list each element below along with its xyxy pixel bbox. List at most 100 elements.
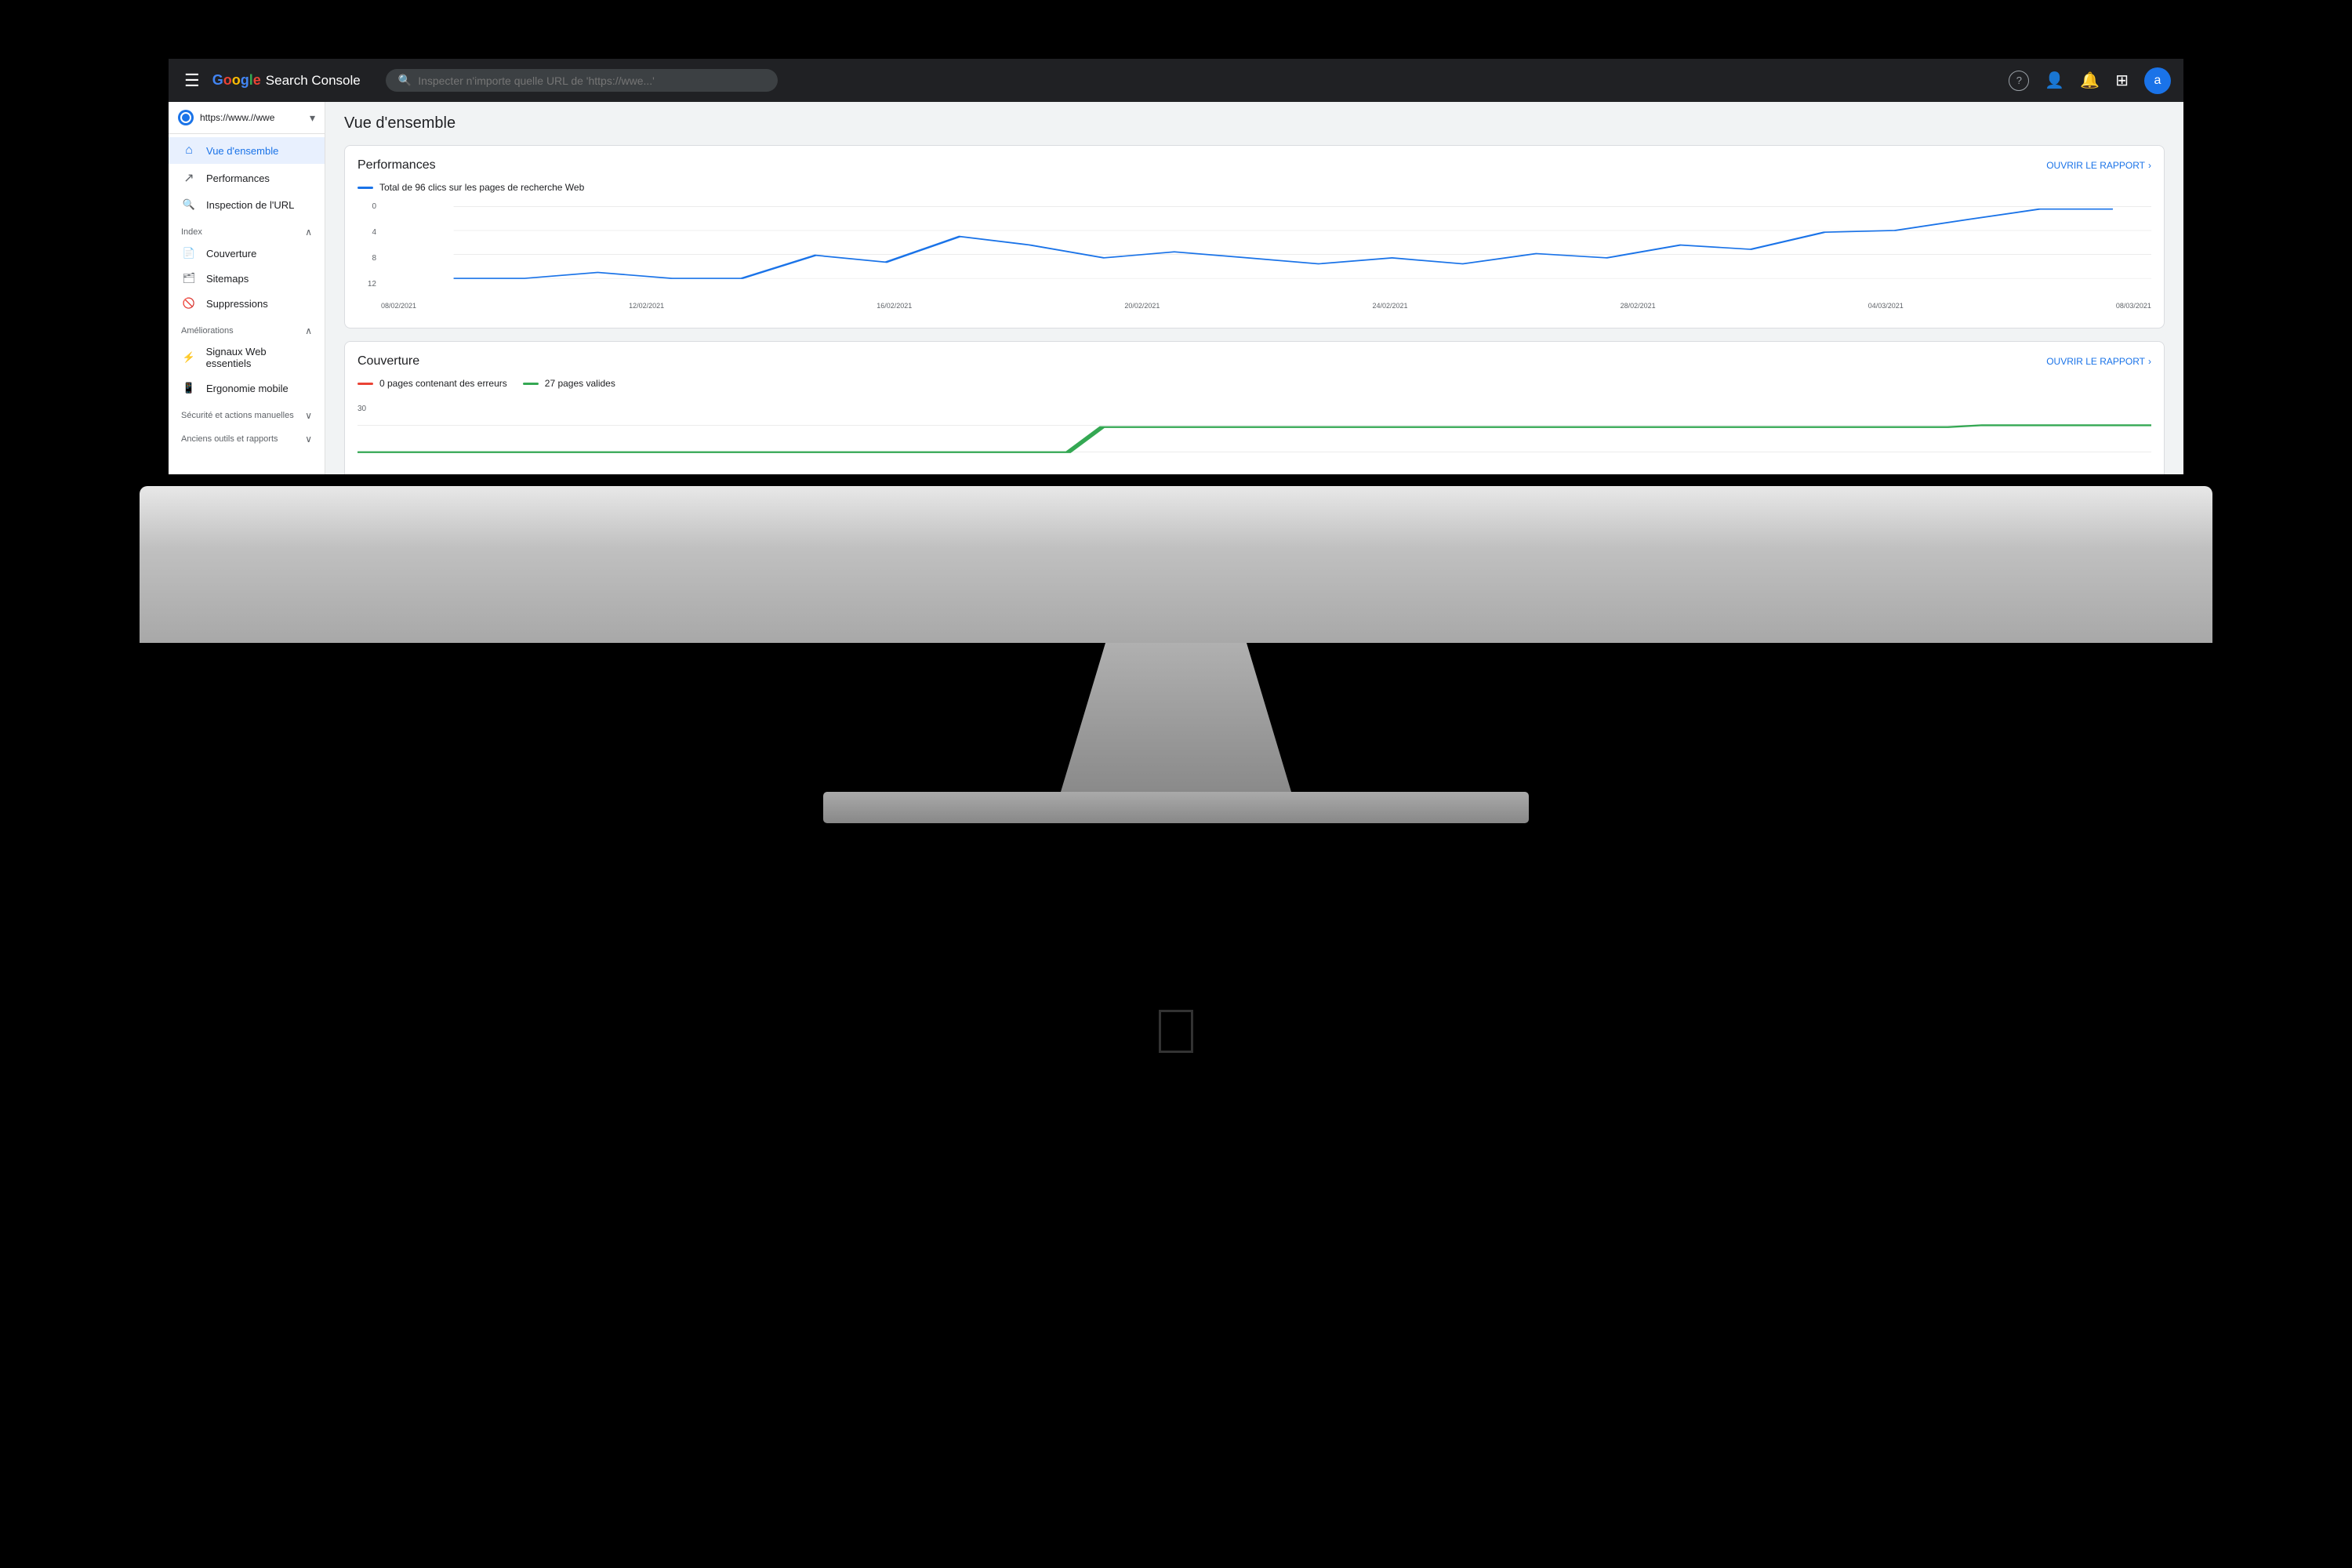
bell-icon[interactable]: 🔔 [2080, 71, 2100, 90]
signaux-web-icon: ⚡ [181, 351, 197, 364]
help-icon[interactable]: ? [2009, 71, 2029, 91]
home-icon: ⌂ [181, 143, 197, 158]
couverture-chart-svg [358, 416, 2151, 474]
sidebar-section-anciens-outils[interactable]: Anciens outils et rapports ∨ [169, 427, 325, 448]
sidebar-item-inspection-label: Inspection de l'URL [206, 199, 294, 211]
sidebar-item-signaux-web[interactable]: ⚡ Signaux Web essentiels [169, 339, 325, 376]
y-label-8: 8 [358, 254, 376, 263]
property-icon [178, 110, 194, 125]
sitemaps-icon: 🗂 [181, 272, 197, 285]
sidebar-item-inspection-url[interactable]: 🔍 Inspection de l'URL [169, 192, 325, 217]
apple-logo-icon:  [1152, 996, 1200, 1068]
sidebar-item-performances[interactable]: ↗ Performances [169, 164, 325, 192]
x-label-5: 24/02/2021 [1373, 302, 1408, 310]
suppressions-icon: 🚫 [181, 297, 197, 310]
avatar[interactable]: a [2144, 67, 2171, 94]
chevron-right-icon: › [2148, 160, 2151, 171]
couverture-legend-errors: 0 pages contenant des erreurs [358, 378, 507, 389]
performances-legend-text: Total de 96 clics sur les pages de reche… [379, 182, 584, 193]
sidebar-item-suppressions-label: Suppressions [206, 298, 268, 310]
performances-x-labels: 08/02/2021 12/02/2021 16/02/2021 20/02/2… [358, 302, 2151, 310]
performances-open-report-button[interactable]: OUVRIR LE RAPPORT › [2046, 160, 2151, 171]
sidebar-nav: ⌂ Vue d'ensemble ↗ Performances 🔍 Inspec… [169, 134, 325, 451]
couverture-legend-valid: 27 pages valides [523, 378, 615, 389]
sidebar-section-securite-chevron: ∨ [305, 410, 312, 421]
sidebar-item-sitemaps-label: Sitemaps [206, 273, 249, 285]
couverture-card-header: Couverture OUVRIR LE RAPPORT › [358, 354, 2151, 368]
couverture-card: Couverture OUVRIR LE RAPPORT › 0 pages c… [344, 341, 2165, 474]
sidebar: https://www.//wwe ▾ ⌂ Vue d'ensemble ↗ P… [169, 102, 325, 474]
sidebar-item-couverture[interactable]: 📄 Couverture [169, 241, 325, 266]
sidebar-item-vue-ensemble-label: Vue d'ensemble [206, 145, 278, 157]
monitor-body:  [140, 486, 2212, 643]
legend-blue-line [358, 187, 373, 189]
performances-y-labels: 12 8 4 0 [358, 202, 376, 289]
couverture-chart: 30 [358, 405, 2151, 467]
sidebar-item-couverture-label: Couverture [206, 248, 256, 260]
sidebar-section-index[interactable]: Index ∧ [169, 220, 325, 241]
sidebar-item-performances-label: Performances [206, 172, 270, 184]
content-area: Vue d'ensemble Performances OUVRIR LE RA… [325, 102, 2183, 474]
couverture-errors-label: 0 pages contenant des erreurs [379, 378, 507, 389]
search-icon: 🔍 [398, 74, 412, 87]
x-label-7: 04/03/2021 [1868, 302, 1904, 310]
performances-card-title: Performances [358, 158, 436, 172]
sidebar-item-vue-ensemble[interactable]: ⌂ Vue d'ensemble [169, 137, 325, 164]
couverture-open-report-button[interactable]: OUVRIR LE RAPPORT › [2046, 356, 2151, 367]
sidebar-item-ergonomie-mobile-label: Ergonomie mobile [206, 383, 289, 394]
sidebar-section-index-chevron: ∧ [305, 227, 312, 238]
couverture-valid-label: 27 pages valides [545, 378, 615, 389]
sidebar-section-ameliorations-label: Améliorations [181, 326, 234, 336]
sidebar-section-securite-label: Sécurité et actions manuelles [181, 411, 294, 420]
property-url-label: https://www.//wwe [200, 112, 303, 123]
performances-action-label: OUVRIR LE RAPPORT [2046, 160, 2145, 171]
mobile-icon: 📱 [181, 382, 197, 394]
topbar-icons: ? 👤 🔔 ⊞ a [2009, 67, 2171, 94]
x-label-2: 12/02/2021 [629, 302, 664, 310]
couverture-chevron-right-icon: › [2148, 356, 2151, 367]
property-selector[interactable]: https://www.//wwe ▾ [169, 102, 325, 134]
apps-grid-icon[interactable]: ⊞ [2115, 71, 2129, 90]
legend-red-line [358, 383, 373, 385]
x-label-8: 08/03/2021 [2116, 302, 2151, 310]
couverture-card-title: Couverture [358, 354, 419, 368]
sidebar-item-signaux-web-label: Signaux Web essentiels [206, 346, 312, 369]
monitor-base [823, 792, 1529, 823]
performances-card-header: Performances OUVRIR LE RAPPORT › [358, 158, 2151, 172]
main-layout: https://www.//wwe ▾ ⌂ Vue d'ensemble ↗ P… [169, 102, 2183, 474]
legend-green-line [523, 383, 539, 385]
trend-icon: ↗ [181, 170, 197, 186]
google-logo: Google [212, 72, 261, 89]
sidebar-section-index-label: Index [181, 227, 202, 237]
search-input[interactable] [418, 74, 765, 87]
sidebar-section-anciens-outils-chevron: ∨ [305, 434, 312, 445]
property-dropdown-icon[interactable]: ▾ [310, 111, 315, 125]
search-bar[interactable]: 🔍 [386, 69, 778, 92]
sidebar-section-ameliorations-chevron: ∧ [305, 325, 312, 336]
y-label-0: 0 [358, 202, 376, 211]
performances-chart: 12 8 4 0 [358, 202, 2151, 312]
sidebar-item-sitemaps[interactable]: 🗂 Sitemaps [169, 266, 325, 291]
couverture-action-label: OUVRIR LE RAPPORT [2046, 356, 2145, 367]
sidebar-section-ameliorations[interactable]: Améliorations ∧ [169, 319, 325, 339]
performances-chart-legend: Total de 96 clics sur les pages de reche… [358, 182, 2151, 193]
x-label-1: 08/02/2021 [381, 302, 416, 310]
account-icon[interactable]: 👤 [2045, 71, 2064, 90]
sidebar-section-anciens-outils-label: Anciens outils et rapports [181, 434, 278, 444]
y-label-12: 12 [358, 280, 376, 289]
hamburger-menu-icon[interactable]: ☰ [181, 67, 203, 94]
page-title: Vue d'ensemble [344, 114, 2165, 132]
sidebar-item-suppressions[interactable]: 🚫 Suppressions [169, 291, 325, 316]
x-label-4: 20/02/2021 [1124, 302, 1160, 310]
inspect-icon: 🔍 [181, 198, 197, 211]
y-label-4: 4 [358, 228, 376, 237]
product-name-label: Search Console [266, 73, 361, 89]
performances-card: Performances OUVRIR LE RAPPORT › Total d… [344, 145, 2165, 328]
couverture-y-label: 30 [358, 405, 2151, 413]
sidebar-item-ergonomie-mobile[interactable]: 📱 Ergonomie mobile [169, 376, 325, 401]
x-label-3: 16/02/2021 [877, 302, 912, 310]
x-label-6: 28/02/2021 [1621, 302, 1656, 310]
sidebar-section-securite[interactable]: Sécurité et actions manuelles ∨ [169, 404, 325, 424]
monitor-screen: ☰ Google Search Console 🔍 ? 👤 🔔 ⊞ a http [169, 59, 2183, 474]
app-logo: Google Search Console [212, 72, 361, 89]
